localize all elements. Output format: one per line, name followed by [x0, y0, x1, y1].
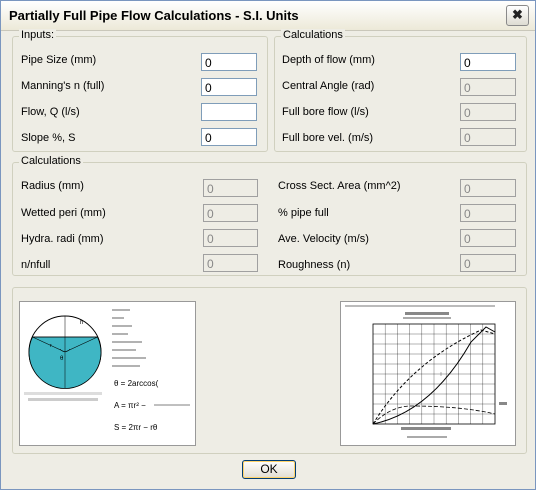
n-nfull-output: 0 [203, 254, 258, 272]
radius-output: 0 [203, 179, 258, 197]
full-bore-vel-output: 0 [460, 128, 516, 146]
calculations-bottom-group: Calculations [12, 155, 527, 276]
wetted-peri-label: Wetted peri (mm) [21, 207, 106, 219]
wetted-peri-output: 0 [203, 204, 258, 222]
flow-label: Flow, Q (l/s) [21, 106, 80, 118]
ok-button[interactable]: OK [242, 460, 296, 479]
svg-text:A = πr² −: A = πr² − [114, 401, 146, 410]
svg-text:S = 2πr − rθ: S = 2πr − rθ [114, 423, 158, 432]
hydra-radi-output: 0 [203, 229, 258, 247]
mannings-n-label: Manning's n (full) [21, 80, 105, 92]
partial-flow-chart-graphic [345, 305, 507, 438]
pipe-diagram-graphic: θ h r θ = 2arccos( A = πr² − S = 2πr − r… [24, 309, 190, 432]
hydra-radi-label: Hydra. radi (mm) [21, 233, 104, 245]
ave-velocity-label: Ave. Velocity (m/s) [278, 233, 369, 245]
svg-text:θ = 2arccos(: θ = 2arccos( [114, 379, 159, 388]
radius-label: Radius (mm) [21, 180, 84, 192]
full-bore-flow-label: Full bore flow (l/s) [282, 106, 369, 118]
full-bore-flow-output: 0 [460, 103, 516, 121]
slope-label: Slope %, S [21, 132, 76, 144]
inputs-group-label: Inputs: [19, 29, 57, 41]
svg-text:h: h [80, 320, 83, 326]
cross-sect-label: Cross Sect. Area (mm^2) [278, 180, 401, 192]
roughness-label: Roughness (n) [278, 259, 351, 271]
slope-input[interactable]: 0 [201, 128, 257, 146]
n-nfull-label: n/nfull [21, 259, 51, 271]
dialog-window: Partially Full Pipe Flow Calculations - … [0, 0, 536, 490]
title-bar[interactable]: Partially Full Pipe Flow Calculations - … [1, 1, 535, 31]
depth-label: Depth of flow (mm) [282, 54, 375, 66]
calculations-bottom-label: Calculations [19, 155, 83, 167]
ave-velocity-output: 0 [460, 229, 516, 247]
roughness-output: 0 [460, 254, 516, 272]
pipe-size-label: Pipe Size (mm) [21, 54, 97, 66]
pipe-geometry-figure: θ h r θ = 2arccos( A = πr² − S = 2πr − r… [19, 301, 196, 446]
pipe-size-input[interactable]: 0 [201, 53, 257, 71]
calculations-top-label: Calculations [281, 29, 345, 41]
depth-input[interactable]: 0 [460, 53, 516, 71]
partial-flow-chart-figure [340, 301, 516, 446]
pipe-full-label: % pipe full [278, 207, 329, 219]
central-angle-label: Central Angle (rad) [282, 80, 375, 92]
central-angle-output: 0 [460, 78, 516, 96]
full-bore-vel-label: Full bore vel. (m/s) [282, 132, 374, 144]
cross-sect-output: 0 [460, 179, 516, 197]
flow-input[interactable] [201, 103, 257, 121]
close-button[interactable]: ✖ [506, 5, 529, 26]
mannings-n-input[interactable]: 0 [201, 78, 257, 96]
pipe-full-output: 0 [460, 204, 516, 222]
window-title: Partially Full Pipe Flow Calculations - … [9, 8, 299, 23]
